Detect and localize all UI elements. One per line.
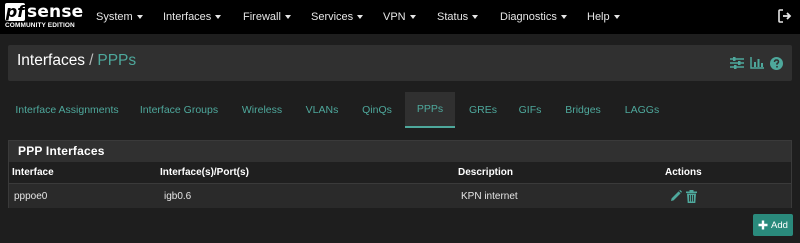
ppp-interfaces-panel: PPP Interfaces Interface Interface(s)/Po… xyxy=(8,140,792,208)
add-button[interactable]: Add xyxy=(753,214,793,236)
cell-ports: igb0.6 xyxy=(164,190,192,202)
tab-label: QinQs xyxy=(362,104,392,116)
logo-prefix: pf xyxy=(5,2,25,21)
menu-firewall[interactable]: Firewall xyxy=(243,0,291,34)
menu-services[interactable]: Services xyxy=(311,0,364,34)
sliders-icon[interactable] xyxy=(730,57,744,69)
tab-vlans[interactable]: VLANs xyxy=(296,92,348,128)
tab-ppps[interactable]: PPPs xyxy=(405,92,455,128)
header-icons xyxy=(730,56,783,70)
menu-system-label: System xyxy=(96,11,133,23)
chevron-down-icon xyxy=(560,15,567,19)
tab-interface-groups[interactable]: Interface Groups xyxy=(130,92,228,128)
tab-bridges[interactable]: Bridges xyxy=(554,92,612,128)
chevron-down-icon xyxy=(284,15,291,19)
menu-help[interactable]: Help xyxy=(587,0,620,34)
table-header: Interface Interface(s)/Port(s) Descripti… xyxy=(9,162,791,183)
chevron-down-icon xyxy=(136,15,143,19)
breadcrumb: Interfaces / PPPs xyxy=(17,52,136,70)
column-header-actions: Actions xyxy=(665,167,702,178)
menu-services-label: Services xyxy=(311,11,354,23)
add-button-label: Add xyxy=(771,219,788,231)
cell-interface: pppoe0 xyxy=(14,190,48,202)
tab-label: Bridges xyxy=(565,104,601,116)
tab-label: Interface Assignments xyxy=(15,104,119,116)
pencil-icon[interactable] xyxy=(670,190,682,202)
tab-interface-assignments[interactable]: Interface Assignments xyxy=(8,92,126,128)
tab-bar: Interface Assignments Interface Groups W… xyxy=(8,92,792,128)
chevron-down-icon xyxy=(613,15,620,19)
plus-icon xyxy=(758,220,768,230)
cell-description: KPN internet xyxy=(461,190,518,202)
menu-diagnostics[interactable]: Diagnostics xyxy=(500,0,567,34)
column-header-description[interactable]: Description xyxy=(458,162,513,183)
tab-label: Wireless xyxy=(241,104,283,116)
menu-vpn[interactable]: VPN xyxy=(383,0,416,34)
tab-gifs[interactable]: GIFs xyxy=(510,92,550,128)
logo-name: sense xyxy=(27,2,84,22)
column-header-interface[interactable]: Interface xyxy=(12,162,54,183)
help-icon[interactable] xyxy=(770,56,783,70)
pfsense-logo[interactable]: pf sense COMMUNITY EDITION xyxy=(5,2,83,31)
tab-label: Interface Groups xyxy=(139,104,219,116)
menu-status-label: Status xyxy=(437,11,469,23)
page-header: Interfaces / PPPs xyxy=(8,45,792,81)
breadcrumb-separator: / xyxy=(89,52,94,69)
top-navbar: pf sense COMMUNITY EDITION System Interf… xyxy=(0,0,800,34)
chevron-down-icon xyxy=(357,15,364,19)
bar-chart-icon[interactable] xyxy=(750,57,764,69)
logo-edition: COMMUNITY EDITION xyxy=(5,22,75,29)
menu-interfaces-label: Interfaces xyxy=(163,11,212,23)
chevron-down-icon xyxy=(409,15,416,19)
tab-label: LAGGs xyxy=(624,104,660,116)
chevron-down-icon xyxy=(215,15,222,19)
breadcrumb-current[interactable]: PPPs xyxy=(97,52,136,69)
menu-vpn-label: VPN xyxy=(383,11,406,23)
menu-firewall-label: Firewall xyxy=(243,11,281,23)
panel-title: PPP Interfaces xyxy=(18,144,105,158)
cell-actions xyxy=(670,184,697,208)
sign-out-icon[interactable] xyxy=(778,9,792,23)
breadcrumb-parent[interactable]: Interfaces xyxy=(17,52,85,69)
tab-label: GREs xyxy=(468,104,497,116)
panel-heading: PPP Interfaces xyxy=(9,141,791,162)
menu-diagnostics-label: Diagnostics xyxy=(500,11,557,23)
tab-laggs[interactable]: LAGGs xyxy=(616,92,668,128)
tab-gres[interactable]: GREs xyxy=(460,92,506,128)
trash-icon[interactable] xyxy=(686,189,697,203)
menu-system[interactable]: System xyxy=(96,0,143,34)
tab-qinqs[interactable]: QinQs xyxy=(352,92,402,128)
tab-label: PPPs xyxy=(416,103,444,115)
column-header-ports[interactable]: Interface(s)/Port(s) xyxy=(160,162,249,183)
menu-interfaces[interactable]: Interfaces xyxy=(163,0,222,34)
menu-help-label: Help xyxy=(587,11,610,23)
menu-status[interactable]: Status xyxy=(437,0,479,34)
tab-label: GIFs xyxy=(518,104,542,116)
table-row[interactable]: pppoe0 igb0.6 KPN internet xyxy=(9,183,791,208)
tab-wireless[interactable]: Wireless xyxy=(232,92,292,128)
chevron-down-icon xyxy=(472,15,479,19)
tab-label: VLANs xyxy=(305,104,339,116)
